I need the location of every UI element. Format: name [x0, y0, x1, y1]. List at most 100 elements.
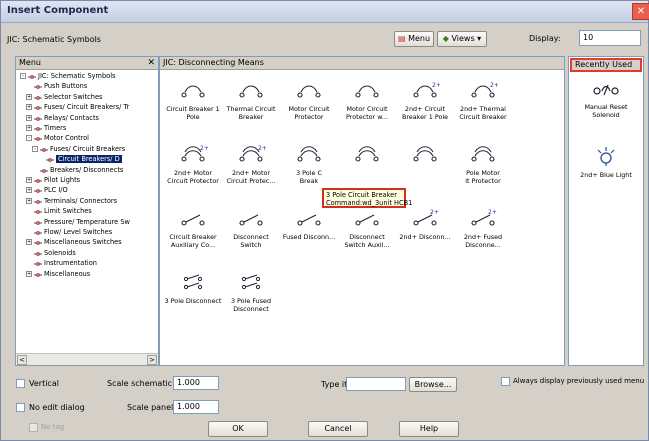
tree-item-label: Limit Switches: [44, 207, 92, 216]
symbol-cell[interactable]: Motor Circuit Protector: [280, 75, 338, 137]
thermal-2nd-icon: 2+: [471, 82, 498, 98]
tree-expander-icon[interactable]: +: [26, 187, 32, 194]
symbol-folder-icon: [34, 198, 42, 204]
tree-expander-icon[interactable]: +: [26, 197, 32, 204]
tree-expander-icon[interactable]: +: [26, 104, 32, 111]
symbol-cell[interactable]: Disconnect Switch: [222, 203, 280, 265]
horizontal-scrollbar[interactable]: < >: [16, 353, 158, 365]
scale-schematic-input[interactable]: 1.000: [173, 376, 219, 390]
header-bar: JIC: Schematic Symbols ▤ Menu ◆ Views ▾ …: [1, 23, 648, 53]
no-tag-checkbox[interactable]: [29, 423, 38, 432]
symbol-cell[interactable]: 2+ 2nd+ Fused Disconne...: [454, 203, 512, 265]
tree-item-label: Circuit Breakers/ D: [56, 155, 122, 164]
tree-item[interactable]: Flow/ Level Switches: [26, 227, 112, 238]
footer-options: Vertical Scale schematic: 1.000 Type it …: [1, 371, 648, 441]
symbol-cell[interactable]: Circuit Breaker Auxiliary Co...: [164, 203, 222, 265]
tree-item[interactable]: + Miscellaneous: [26, 269, 90, 280]
title-bar[interactable]: Insert Component ✕: [1, 1, 649, 23]
browse-button[interactable]: Browse...: [409, 377, 457, 392]
close-button[interactable]: ✕: [632, 3, 649, 20]
symbol-cell[interactable]: 2+ 2nd+ Motor Circuit Protector: [164, 139, 222, 201]
cancel-button[interactable]: Cancel: [308, 421, 368, 437]
display-count-input[interactable]: 10: [579, 30, 641, 46]
tree-expander-icon[interactable]: -: [32, 145, 38, 152]
tree-item[interactable]: Circuit Breakers/ D: [38, 154, 122, 165]
views-button[interactable]: ◆ Views ▾: [437, 31, 487, 47]
tree-expander-icon[interactable]: +: [26, 270, 32, 277]
symbol-folder-icon: [34, 104, 42, 111]
symbol-cell[interactable]: 2+ 2nd+ Motor Circuit Protec...: [222, 139, 280, 201]
tree-item[interactable]: + Miscellaneous Switches: [26, 237, 122, 248]
tree-expander-icon[interactable]: +: [26, 93, 32, 100]
symbol-cell[interactable]: Pole Motor it Protector: [454, 139, 512, 201]
manual-reset-solenoid-icon: [593, 84, 619, 96]
tree-item[interactable]: + PLC I/O: [26, 185, 68, 196]
symbol-cell[interactable]: 3 Pole Fused Disconnect: [222, 267, 280, 329]
always-display-label: Always display previously used menu: [513, 377, 645, 385]
scale-panel-input[interactable]: 1.000: [173, 400, 219, 414]
scale-schematic-label: Scale schematic:: [107, 379, 175, 388]
symbol-folder-icon: [34, 250, 42, 256]
always-display-checkbox[interactable]: [501, 377, 510, 386]
symbol-cell[interactable]: Fused Disconn...: [280, 203, 338, 265]
symbol-cell[interactable]: 2+ 2nd+ Thermal Circuit Breaker: [454, 75, 512, 137]
no-edit-dialog-checkbox[interactable]: [16, 403, 25, 412]
tree-item[interactable]: + Timers: [26, 123, 66, 134]
tree-item[interactable]: Instrumentation: [26, 258, 97, 269]
symbol-folder-icon: [34, 260, 42, 267]
tree-expander-icon[interactable]: +: [26, 177, 32, 183]
menu-icon: ▤: [397, 34, 409, 43]
scroll-left-icon[interactable]: <: [17, 355, 27, 365]
symbol-cell[interactable]: Motor Circuit Protector w...: [338, 75, 396, 137]
type-it-input[interactable]: [346, 377, 406, 391]
symbol-folder-icon: [34, 94, 42, 100]
vertical-label: Vertical: [29, 379, 59, 388]
tree-item[interactable]: + Fuses/ Circuit Breakers/ Tr: [26, 102, 129, 113]
symbol-tooltip: 3 Pole Circuit Breaker Command:wd_3unit …: [322, 188, 412, 208]
ok-button[interactable]: OK: [208, 421, 268, 437]
symbol-cell[interactable]: Thermal Circuit Breaker: [222, 75, 280, 137]
symbol-cell[interactable]: Circuit Breaker 1 Pole: [164, 75, 222, 137]
disconnect-switch-icon: [239, 214, 263, 226]
tree-item-label: Relays/ Contacts: [44, 113, 99, 122]
scroll-right-icon[interactable]: >: [147, 355, 157, 365]
symbol-folder-icon: [34, 125, 42, 131]
tree-item[interactable]: Solenoids: [26, 248, 76, 259]
tree-expander-icon[interactable]: +: [26, 125, 32, 131]
close-icon[interactable]: ✕: [147, 57, 155, 69]
tree-item[interactable]: Breakers/ Disconnects: [32, 165, 123, 176]
tree-item[interactable]: - Motor Control: [26, 133, 89, 144]
tree-item[interactable]: + Selector Switches: [26, 92, 102, 103]
recent-item[interactable]: Manual Reset Solenoid: [577, 75, 635, 137]
tree-item[interactable]: + Relays/ Contacts: [26, 113, 99, 124]
tree-item[interactable]: - JIC: Schematic Symbols: [20, 71, 115, 82]
tree-expander-icon[interactable]: +: [26, 114, 32, 121]
tree-expander-icon[interactable]: +: [26, 239, 32, 246]
tree-item[interactable]: + Pilot Lights: [26, 175, 80, 186]
symbol-label: Circuit Breaker Auxiliary Co...: [169, 233, 217, 249]
recent-item[interactable]: 2nd+ Blue Light: [577, 139, 635, 201]
vertical-checkbox[interactable]: [16, 379, 25, 388]
help-button[interactable]: Help: [399, 421, 459, 437]
symbol-cell[interactable]: 2+ 2nd+ Disconn...: [396, 203, 454, 265]
symbol-label: 3 Pole Fused Disconnect: [230, 297, 272, 313]
tree-item[interactable]: Pressure/ Temperature Sw: [26, 217, 130, 228]
tree-item[interactable]: + Terminals/ Connectors: [26, 196, 117, 207]
symbol-cell[interactable]: 2+ 2nd+ Circuit Breaker 1 Pole: [396, 75, 454, 137]
tree-item[interactable]: Push Buttons: [26, 81, 87, 92]
tree-expander-icon[interactable]: -: [26, 135, 32, 142]
views-button-label: Views ▾: [451, 34, 482, 43]
tree-item[interactable]: - Fuses/ Circuit Breakers: [32, 144, 125, 155]
breaker-aux-icon: [181, 214, 205, 226]
svg-text:2+: 2+: [258, 145, 266, 152]
symbol-label: Motor Circuit Protector w...: [346, 105, 388, 121]
symbol-cell[interactable]: Disconnect Switch Auxil...: [338, 203, 396, 265]
symbol-cell[interactable]: 3 Pole Disconnect: [164, 267, 222, 329]
tree-item[interactable]: Limit Switches: [26, 206, 92, 217]
symbol-label: Disconnect Switch: [233, 233, 269, 249]
menu-button[interactable]: ▤ Menu: [394, 31, 434, 47]
motor-2nd-icon: 2+: [181, 145, 208, 162]
tree-expander-icon[interactable]: -: [20, 73, 26, 79]
symbol-folder-icon: [34, 83, 42, 90]
symbol-folder-icon: [34, 271, 42, 277]
